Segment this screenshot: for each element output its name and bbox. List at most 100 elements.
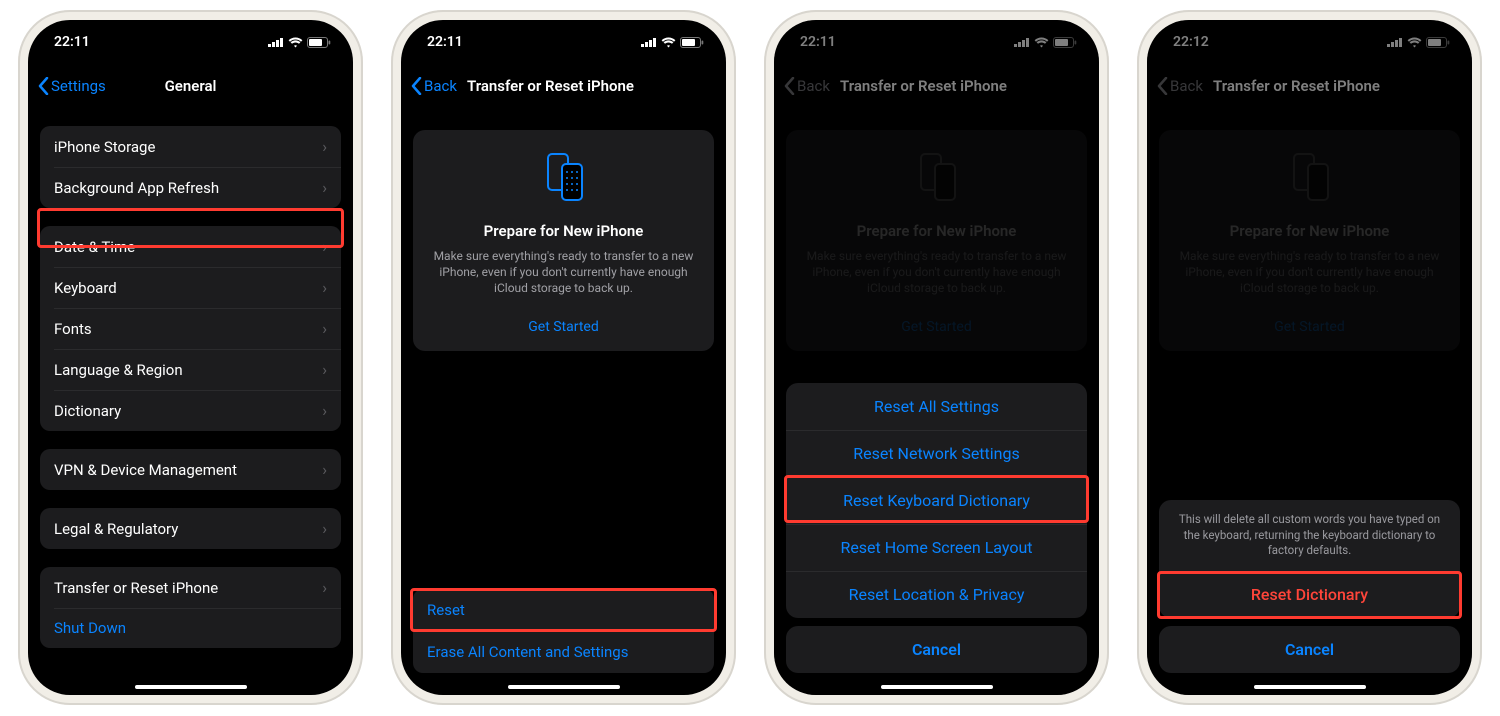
row-label: Transfer or Reset iPhone [54,579,218,597]
row-label: Date & Time [54,238,135,256]
cancel-button[interactable]: Cancel [786,626,1087,673]
action-sheet-overlay: This will delete all custom words you ha… [1147,20,1472,695]
reset-keyboard-dictionary[interactable]: Reset Keyboard Dictionary [786,477,1087,524]
row-legal[interactable]: Legal & Regulatory › [40,508,341,549]
row-label: iPhone Storage [54,138,155,156]
option-label: Reset All Settings [874,397,999,416]
row-label: Dictionary [54,402,121,420]
action-label: Reset Dictionary [1251,585,1368,604]
cancel-button[interactable]: Cancel [1159,626,1460,673]
chevron-right-icon: › [322,137,327,156]
back-button[interactable]: Settings [38,77,106,95]
notch [121,20,261,46]
row-label: Fonts [54,320,92,338]
row-label: Reset [427,601,465,619]
row-language-region[interactable]: Language & Region › [40,349,341,390]
bottom-actions: Reset Erase All Content and Settings [413,589,714,673]
row-erase-all[interactable]: Erase All Content and Settings [413,631,714,673]
cancel-label: Cancel [1285,640,1334,659]
reset-dictionary-button[interactable]: Reset Dictionary [1159,571,1460,618]
card-description: Make sure everything's ready to transfer… [429,248,698,297]
home-indicator[interactable] [1254,685,1366,689]
transfer-devices-icon [537,150,591,204]
phone-1: 22:11 Settings General iPhone Storage › B… [18,10,363,705]
reset-network-settings[interactable]: Reset Network Settings [786,430,1087,477]
phone-2: 22:11 Back Transfer or Reset iPhone [391,10,736,705]
wifi-icon [288,37,303,48]
option-label: Reset Location & Privacy [849,585,1025,604]
row-label: Background App Refresh [54,179,219,197]
chevron-right-icon: › [322,360,327,379]
battery-icon [680,37,704,48]
row-label: Language & Region [54,361,183,379]
row-dictionary[interactable]: Dictionary › [40,390,341,431]
prepare-card: Prepare for New iPhone Make sure everyth… [413,130,714,351]
nav-bar: Settings General [28,64,353,108]
option-label: Reset Network Settings [853,444,1020,463]
chevron-right-icon: › [322,578,327,597]
content: iPhone Storage› Background App Refresh› … [28,108,353,695]
row-transfer-reset[interactable]: Transfer or Reset iPhone › [40,567,341,608]
cellular-icon [268,37,284,47]
option-label: Reset Home Screen Layout [840,538,1032,557]
action-sheet-overlay: Reset All Settings Reset Network Setting… [774,20,1099,695]
notch [867,20,1007,46]
row-fonts[interactable]: Fonts › [40,308,341,349]
option-label: Reset Keyboard Dictionary [843,491,1030,510]
chevron-left-icon [38,77,49,95]
confirm-message: This will delete all custom words you ha… [1159,500,1460,571]
row-label: Shut Down [54,619,126,637]
group-storage: iPhone Storage › Background App Refresh › [40,126,341,208]
cancel-label: Cancel [912,640,961,659]
row-background-refresh[interactable]: Background App Refresh › [40,167,341,208]
reset-location-privacy[interactable]: Reset Location & Privacy [786,571,1087,618]
row-keyboard[interactable]: Keyboard › [40,267,341,308]
phone-4: 22:12 Back Transfer or Reset iPhone Prep… [1137,10,1482,705]
wifi-icon [661,37,676,48]
row-shut-down[interactable]: Shut Down [40,608,341,648]
row-vpn[interactable]: VPN & Device Management › [40,449,341,490]
row-label: VPN & Device Management [54,461,237,479]
group-vpn: VPN & Device Management › [40,449,341,490]
chevron-right-icon: › [322,319,327,338]
back-button[interactable]: Back [411,77,457,95]
home-indicator[interactable] [135,685,247,689]
reset-sheet: Reset All Settings Reset Network Setting… [786,383,1087,618]
chevron-right-icon: › [322,178,327,197]
status-icons [641,37,704,48]
reset-all-settings[interactable]: Reset All Settings [786,383,1087,430]
row-label: Legal & Regulatory [54,520,178,538]
row-date-time[interactable]: Date & Time › [40,226,341,267]
group-time-input: Date & Time › Keyboard › Fonts › Language &… [40,226,341,431]
notch [1240,20,1380,46]
get-started-link[interactable]: Get Started [429,319,698,335]
status-time: 22:11 [427,34,463,50]
row-label: Keyboard [54,279,117,297]
chevron-left-icon [411,77,422,95]
home-indicator[interactable] [508,685,620,689]
cellular-icon [641,37,657,47]
back-label: Settings [51,77,106,95]
chevron-right-icon: › [322,401,327,420]
row-iphone-storage[interactable]: iPhone Storage › [40,126,341,167]
chevron-right-icon: › [322,519,327,538]
status-time: 22:11 [54,34,90,50]
status-icons [268,37,331,48]
nav-bar: Back Transfer or Reset iPhone [401,64,726,108]
group-transfer: Transfer or Reset iPhone › Shut Down [40,567,341,648]
reset-home-screen-layout[interactable]: Reset Home Screen Layout [786,524,1087,571]
phone-3: 22:11 Back Transfer or Reset iPhone Prep… [764,10,1109,705]
chevron-right-icon: › [322,237,327,256]
content: Prepare for New iPhone Make sure everyth… [401,108,726,695]
group-legal: Legal & Regulatory › [40,508,341,549]
home-indicator[interactable] [881,685,993,689]
back-label: Back [424,77,457,95]
confirm-sheet: This will delete all custom words you ha… [1159,500,1460,618]
notch [494,20,634,46]
chevron-right-icon: › [322,278,327,297]
battery-icon [307,37,331,48]
row-reset[interactable]: Reset [413,589,714,631]
row-label: Erase All Content and Settings [427,643,628,661]
card-title: Prepare for New iPhone [429,222,698,240]
chevron-right-icon: › [322,460,327,479]
